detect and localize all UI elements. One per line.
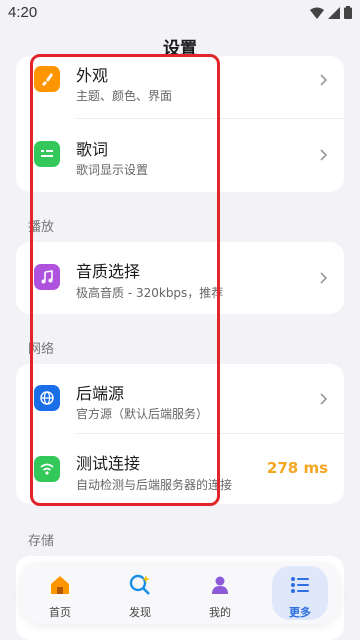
wifi-status-icon bbox=[310, 7, 324, 19]
settings-row-appearance[interactable]: 外观 主题、颜色、界面 bbox=[16, 56, 344, 118]
chevron-right-icon bbox=[320, 74, 328, 86]
bottom-nav: 首页 发现 我的 更多 bbox=[20, 562, 340, 624]
discover-icon bbox=[129, 574, 150, 595]
music-note-icon bbox=[34, 264, 60, 290]
nav-label-more: 更多 bbox=[289, 606, 311, 619]
settings-row-test-connection[interactable]: 测试连接 自动检测与后端服务器的连接 278 ms bbox=[16, 434, 344, 504]
backend-source-subtitle: 官方源（默认后端服务） bbox=[76, 407, 209, 421]
chevron-right-icon bbox=[320, 149, 328, 161]
playback-card: 音质选择 极高音质 - 320kbps，推荐 bbox=[16, 242, 344, 314]
nav-item-profile[interactable]: 我的 bbox=[192, 566, 248, 620]
more-list-icon bbox=[291, 577, 309, 593]
nav-label-profile: 我的 bbox=[209, 606, 231, 619]
wifi-icon bbox=[34, 456, 60, 482]
section-label-storage: 存储 bbox=[28, 534, 55, 549]
lyrics-icon bbox=[34, 141, 60, 167]
backend-source-title: 后端源 bbox=[76, 384, 125, 403]
settings-row-backend-source[interactable]: 后端源 官方源（默认后端服务） bbox=[16, 364, 344, 433]
audio-quality-subtitle: 极高音质 - 320kbps，推荐 bbox=[76, 286, 224, 300]
lyrics-title: 歌词 bbox=[76, 140, 109, 159]
latency-value: 278 ms bbox=[266, 459, 328, 477]
section-label-playback: 播放 bbox=[28, 220, 55, 235]
test-connection-subtitle: 自动检测与后端服务器的连接 bbox=[76, 478, 233, 492]
status-icons bbox=[310, 6, 352, 19]
section-label-network: 网络 bbox=[28, 342, 55, 357]
brush-icon bbox=[34, 66, 60, 92]
settings-row-audio-quality[interactable]: 音质选择 极高音质 - 320kbps，推荐 bbox=[16, 242, 344, 314]
status-bar: 4:20 bbox=[0, 0, 360, 26]
test-connection-title: 测试连接 bbox=[76, 454, 141, 473]
nav-label-discover: 发现 bbox=[129, 606, 151, 619]
nav-item-home[interactable]: 首页 bbox=[32, 566, 88, 620]
home-icon bbox=[51, 576, 69, 594]
appearance-subtitle: 主题、颜色、界面 bbox=[76, 89, 173, 103]
chevron-right-icon bbox=[320, 272, 328, 284]
profile-icon bbox=[212, 576, 228, 594]
settings-row-lyrics[interactable]: 歌词 歌词显示设置 bbox=[16, 119, 344, 192]
status-time: 4:20 bbox=[8, 4, 38, 21]
signal-status-icon bbox=[328, 6, 340, 19]
globe-icon bbox=[34, 385, 60, 411]
audio-quality-title: 音质选择 bbox=[76, 262, 141, 281]
chevron-right-icon bbox=[320, 393, 328, 405]
lyrics-subtitle: 歌词显示设置 bbox=[76, 163, 149, 177]
network-card: 后端源 官方源（默认后端服务） 测试连接 自动检测与后端服务器的连接 278 m… bbox=[16, 364, 344, 504]
appearance-title: 外观 bbox=[76, 66, 109, 85]
appearance-card: 外观 主题、颜色、界面 歌词 歌词显示设置 bbox=[16, 56, 344, 192]
battery-status-icon bbox=[344, 6, 352, 19]
nav-label-home: 首页 bbox=[49, 606, 71, 619]
nav-item-more[interactable]: 更多 bbox=[272, 566, 328, 620]
nav-item-discover[interactable]: 发现 bbox=[112, 566, 168, 620]
page-title: 设置 bbox=[163, 39, 197, 59]
